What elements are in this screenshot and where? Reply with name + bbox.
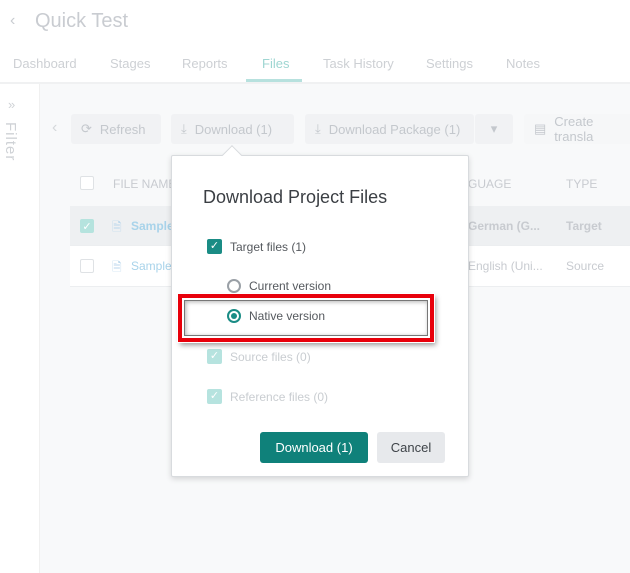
caret-down-icon: ▾	[490, 121, 498, 136]
tab-settings[interactable]: Settings	[426, 56, 473, 71]
reference-files-checkbox[interactable]: ✓ Reference files (0)	[207, 389, 328, 404]
refresh-icon: ⟳	[81, 121, 92, 136]
tab-dashboard[interactable]: Dashboard	[13, 56, 77, 71]
column-header-type[interactable]: TYPE	[566, 177, 597, 191]
row-checkbox[interactable]: ✓	[80, 219, 94, 233]
download-package-label: Download Package (1)	[328, 121, 461, 137]
download-label: Download (1)	[194, 121, 273, 137]
reference-files-label: Reference files (0)	[230, 389, 329, 404]
refresh-label: Refresh	[99, 121, 146, 137]
download-icon: ⤓	[181, 121, 187, 136]
checkbox-checked-icon: ✓	[207, 389, 222, 404]
tab-reports[interactable]: Reports	[182, 56, 228, 71]
dialog-title: Download Project Files	[203, 187, 388, 207]
tab-notes[interactable]: Notes	[506, 56, 540, 71]
word-file-icon: 🗎	[112, 260, 122, 274]
current-version-label: Current version	[249, 279, 332, 293]
language-cell: English (Uni...	[468, 259, 543, 273]
create-label: Create transla	[554, 114, 594, 144]
file-name-link[interactable]: Sample	[131, 259, 172, 273]
file-name-link[interactable]: Sample	[131, 219, 174, 233]
language-cell: German (G...	[468, 219, 541, 233]
back-icon[interactable]: ‹	[10, 12, 15, 30]
tab-files[interactable]: Files	[262, 56, 289, 71]
cancel-button[interactable]: Cancel	[377, 432, 445, 463]
tab-stages[interactable]: Stages	[110, 56, 150, 71]
target-files-label: Target files (1)	[230, 239, 307, 254]
radio-icon	[227, 279, 241, 293]
highlight-box	[178, 294, 434, 342]
filter-label[interactable]: Filter	[2, 122, 19, 161]
download-confirm-button[interactable]: Download (1)	[260, 432, 368, 463]
checkbox-checked-icon: ✓	[207, 349, 222, 364]
type-cell: Source	[566, 259, 605, 273]
download-package-dropdown[interactable]: ▾	[475, 114, 513, 144]
chevron-left-icon[interactable]: ‹	[52, 119, 57, 137]
column-header-language[interactable]: GUAGE	[468, 177, 511, 191]
download-icon: ⤓	[315, 121, 321, 136]
create-translation-button[interactable]: ▤ Create transla	[524, 114, 630, 144]
refresh-button[interactable]: ⟳ Refresh	[71, 114, 161, 144]
row-checkbox[interactable]	[80, 259, 94, 273]
source-files-label: Source files (0)	[230, 349, 311, 364]
target-files-checkbox[interactable]: ✓ Target files (1)	[207, 239, 306, 254]
checkbox-checked-icon: ✓	[207, 239, 222, 254]
select-all-checkbox[interactable]	[80, 176, 94, 190]
download-package-button[interactable]: ⤓ Download Package (1)	[305, 114, 474, 144]
type-cell: Target	[566, 219, 602, 233]
source-files-checkbox[interactable]: ✓ Source files (0)	[207, 349, 311, 364]
document-icon: ▤	[534, 121, 547, 136]
word-file-icon: 🗎	[112, 220, 122, 234]
tab-task-history[interactable]: Task History	[323, 56, 394, 71]
current-version-radio[interactable]: Current version	[227, 279, 331, 293]
double-chevron-right-icon[interactable]: »	[8, 97, 15, 112]
column-header-file-name[interactable]: FILE NAME	[113, 177, 176, 191]
download-button[interactable]: ⤓ Download (1)	[171, 114, 294, 144]
page-title: Quick Test	[35, 10, 128, 32]
